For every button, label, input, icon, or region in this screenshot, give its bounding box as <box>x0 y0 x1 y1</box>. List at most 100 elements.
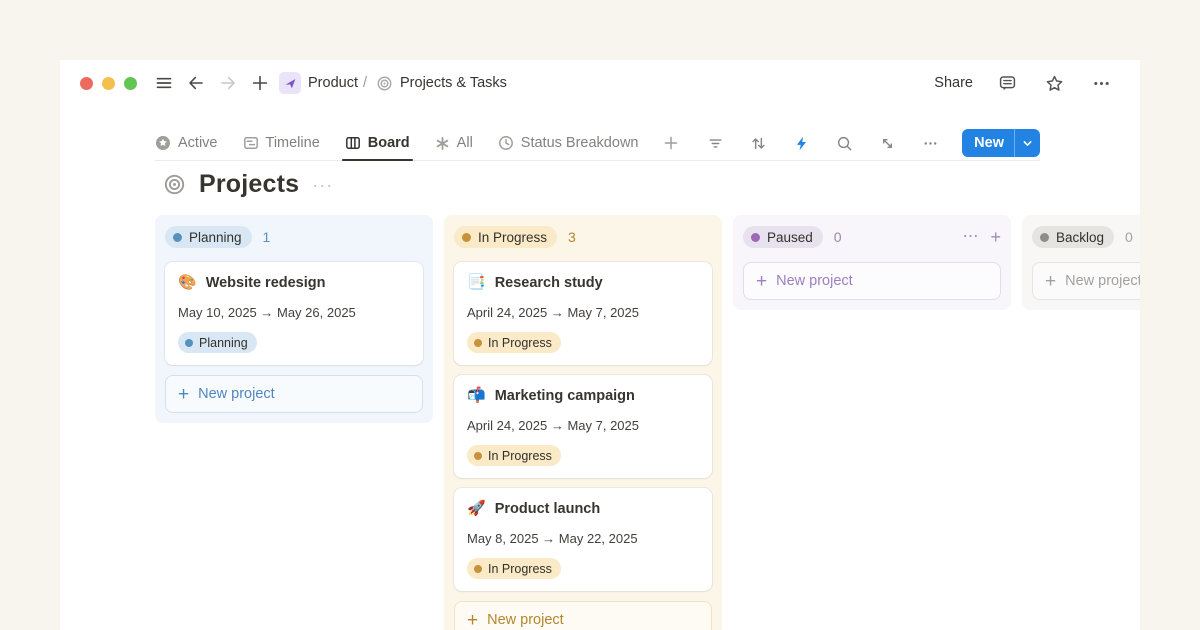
card-emoji-icon: 🎨 <box>178 274 197 292</box>
plus-icon: + <box>756 272 767 291</box>
card-date-range: April 24, 2025 → May 7, 2025 <box>467 418 700 433</box>
card-title: Website redesign <box>206 275 326 291</box>
traffic-lights <box>80 77 137 90</box>
tab-active[interactable]: Active <box>155 126 218 160</box>
new-project-label: New project <box>776 273 853 289</box>
card-status-row: In Progress <box>467 558 700 579</box>
card-title: Marketing campaign <box>495 388 635 404</box>
view-tabs: Active Timeline Board All Status Breakdo… <box>155 126 679 160</box>
status-label: In Progress <box>478 230 547 245</box>
column-actions: ⋯+ <box>962 229 1001 245</box>
app-window: Product / Projects & Tasks Share Active <box>60 60 1140 630</box>
status-pill-in-progress[interactable]: In Progress <box>454 226 557 248</box>
column-add-icon[interactable]: + <box>990 229 1001 245</box>
card-title-row: 🚀 Product launch <box>467 500 700 518</box>
page-title[interactable]: Projects <box>199 170 299 199</box>
column-header: Backlog 0 <box>1032 225 1140 249</box>
status-dot <box>474 339 482 347</box>
card-title: Research study <box>495 275 603 291</box>
tab-all[interactable]: All <box>435 126 473 160</box>
status-label: In Progress <box>488 449 552 463</box>
card-emoji-icon: 📑 <box>467 274 486 292</box>
breadcrumb-workspace[interactable]: Product <box>308 75 358 91</box>
status-pill-paused[interactable]: Paused <box>743 226 823 248</box>
back-icon[interactable] <box>183 70 209 96</box>
tab-timeline[interactable]: Timeline <box>243 126 320 160</box>
status-label: Backlog <box>1056 230 1104 245</box>
forward-icon[interactable] <box>215 70 241 96</box>
card-title: Product launch <box>495 501 601 517</box>
workspace-logo-icon[interactable] <box>279 72 301 94</box>
status-dot <box>185 339 193 347</box>
page-title-target-icon <box>163 173 186 196</box>
page-title-more-icon[interactable]: ··· <box>312 180 333 190</box>
view-toolbar: Active Timeline Board All Status Breakdo… <box>155 126 1040 161</box>
board-column-backlog: Backlog 0 +New project <box>1022 215 1140 310</box>
card-date-range: April 24, 2025 → May 7, 2025 <box>467 305 700 320</box>
card-status-badge: In Progress <box>467 332 561 353</box>
status-pill-planning[interactable]: Planning <box>165 226 252 248</box>
card-status-badge: In Progress <box>467 558 561 579</box>
page-target-icon <box>376 75 393 92</box>
card-status-badge: Planning <box>178 332 257 353</box>
search-icon[interactable] <box>831 130 857 156</box>
project-card-website-redesign[interactable]: 🎨 Website redesign May 10, 2025 → May 26, … <box>165 262 423 365</box>
comments-icon[interactable] <box>994 70 1020 96</box>
page-header: Projects ··· <box>163 170 333 199</box>
sort-icon[interactable] <box>745 130 771 156</box>
column-count: 0 <box>1125 229 1133 245</box>
filter-icon[interactable] <box>702 130 728 156</box>
expand-icon[interactable] <box>874 130 900 156</box>
board-column-planning: Planning 1 🎨 Website redesign May 10, 2025 →… <box>155 215 433 423</box>
board-icon <box>345 135 361 151</box>
titlebar: Product / Projects & Tasks Share <box>60 60 1140 106</box>
card-date-range: May 8, 2025 → May 22, 2025 <box>467 531 700 546</box>
sidebar-menu-icon[interactable] <box>151 70 177 96</box>
project-card-product-launch[interactable]: 🚀 Product launch May 8, 2025 → May 22, 202… <box>454 488 712 591</box>
plus-icon: + <box>178 385 189 404</box>
new-dropdown-chevron-icon[interactable] <box>1014 129 1040 157</box>
new-tab-plus-icon[interactable] <box>247 70 273 96</box>
new-project-label: New project <box>198 386 275 402</box>
card-status-row: In Progress <box>467 332 700 353</box>
favorite-star-icon[interactable] <box>1041 70 1067 96</box>
status-dot <box>751 233 760 242</box>
card-date-range: May 10, 2025 → May 26, 2025 <box>178 305 411 320</box>
automations-bolt-icon[interactable] <box>788 130 814 156</box>
more-options-icon[interactable] <box>1088 70 1114 96</box>
tab-board[interactable]: Board <box>345 126 410 160</box>
status-label: Planning <box>189 230 242 245</box>
asterisk-icon <box>435 136 450 151</box>
star-circle-icon <box>155 135 171 151</box>
view-more-icon[interactable] <box>917 130 943 156</box>
tab-status-breakdown[interactable]: Status Breakdown <box>498 126 639 160</box>
board-column-paused: Paused0⋯++New project <box>733 215 1011 310</box>
close-window-button[interactable] <box>80 77 93 90</box>
add-view-button[interactable] <box>663 126 679 160</box>
zoom-window-button[interactable] <box>124 77 137 90</box>
card-emoji-icon: 🚀 <box>467 500 486 518</box>
new-button[interactable]: New <box>962 129 1040 157</box>
status-label: Planning <box>199 336 248 350</box>
card-status-row: In Progress <box>467 445 700 466</box>
project-card-marketing-campaign[interactable]: 📬Marketing campaignApril 24, 2025 → May … <box>454 375 712 478</box>
plus-icon: + <box>467 611 478 630</box>
column-header: In Progress3 <box>454 225 712 249</box>
share-button[interactable]: Share <box>934 75 973 91</box>
breadcrumb-page[interactable]: Projects & Tasks <box>400 75 507 91</box>
card-status-row: Planning <box>178 332 411 353</box>
new-project-button[interactable]: + New project <box>454 601 712 630</box>
new-project-button[interactable]: + New project <box>743 262 1001 300</box>
project-card-research-study[interactable]: 📑 Research study April 24, 2025 → May 7, 2… <box>454 262 712 365</box>
status-label: Paused <box>767 230 813 245</box>
status-label: In Progress <box>488 562 552 576</box>
column-count: 0 <box>834 229 842 245</box>
minimize-window-button[interactable] <box>102 77 115 90</box>
column-count: 1 <box>263 229 271 245</box>
new-project-button[interactable]: +New project <box>1032 262 1140 300</box>
column-more-icon[interactable]: ⋯ <box>962 229 978 245</box>
status-pill-backlog[interactable]: Backlog <box>1032 226 1114 248</box>
new-project-label: New project <box>487 612 564 628</box>
titlebar-actions: Share <box>934 70 1114 96</box>
new-project-button[interactable]: + New project <box>165 375 423 413</box>
